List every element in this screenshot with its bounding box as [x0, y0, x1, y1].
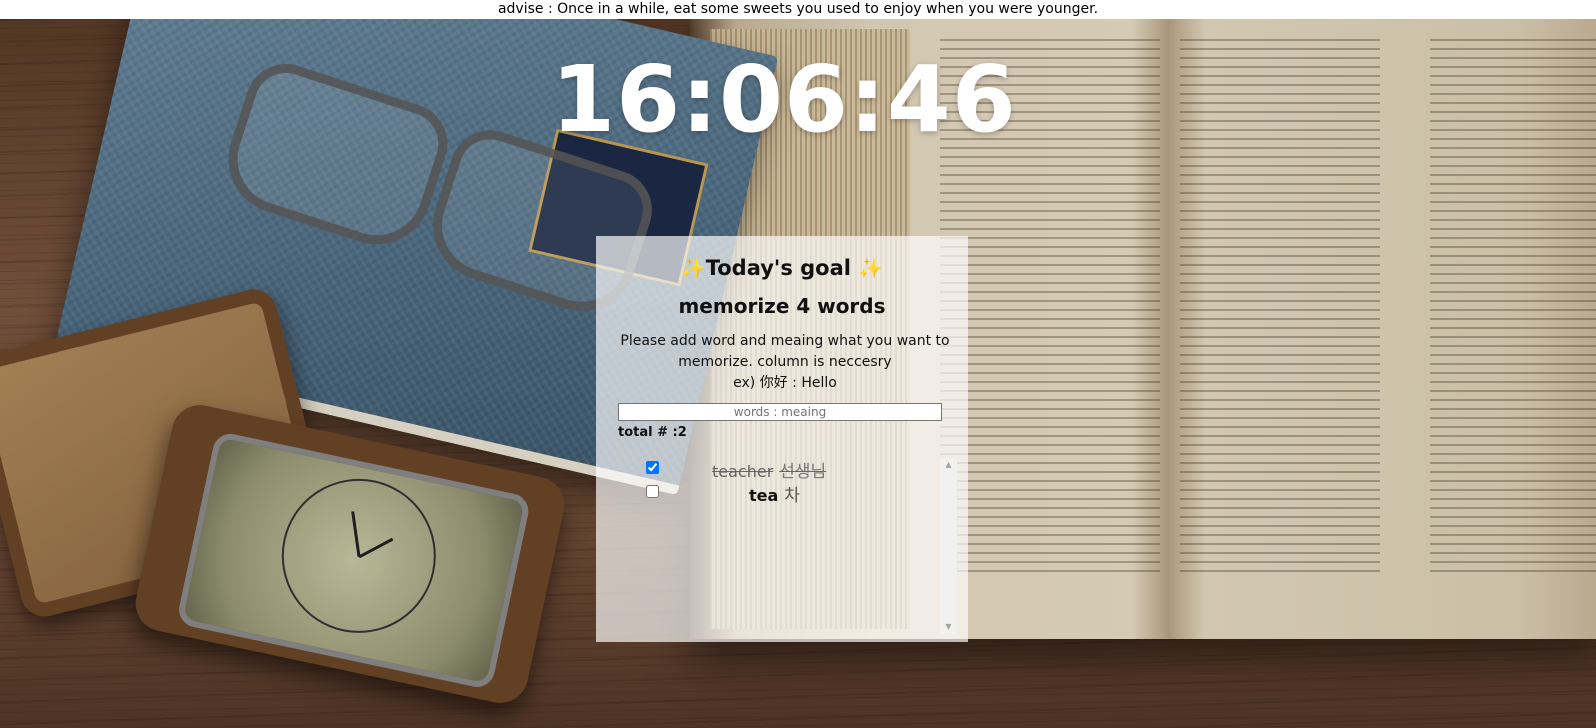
scroll-up-arrow-icon[interactable]: ▲: [940, 458, 957, 472]
digital-clock: 16:06:46: [551, 46, 1017, 153]
word-entry: tea 차: [749, 481, 800, 506]
word-done-checkbox[interactable]: [646, 485, 659, 498]
goal-title-text: Today's goal: [705, 256, 851, 280]
meaning-text: 선생님: [779, 462, 827, 482]
meaning-text: 차: [784, 486, 800, 506]
word-text: tea: [749, 486, 779, 505]
advice-bar: advise : Once in a while, eat some sweet…: [0, 0, 1596, 19]
word-meaning-input[interactable]: [618, 403, 942, 421]
scroll-down-arrow-icon[interactable]: ▼: [940, 620, 957, 634]
instructions: Please add word and meaing what you want…: [620, 331, 950, 394]
word-done-checkbox[interactable]: [646, 461, 659, 474]
instruction-line: memorize. column is neccesry: [678, 354, 892, 370]
advice-text: advise : Once in a while, eat some sweet…: [497, 1, 1099, 17]
goal-subtitle: memorize 4 words: [678, 294, 886, 318]
word-list-scrollbar[interactable]: ▲ ▼: [940, 458, 957, 634]
instruction-line: Please add word and meaing what you want…: [620, 333, 950, 349]
word-text: teacher: [712, 462, 774, 481]
word-entry: teacher 선생님: [712, 457, 826, 482]
goal-title: ✨Today's goal ✨: [596, 256, 968, 280]
instruction-example: ex) 你好 : Hello: [733, 375, 837, 391]
sparkles-icon: ✨: [680, 256, 706, 280]
total-count: total # :2: [618, 425, 687, 440]
goal-panel: ✨Today's goal ✨ memorize 4 words Please …: [596, 236, 968, 642]
sparkles-icon: ✨: [858, 256, 884, 280]
word-list-item: teacher 선생님: [618, 456, 918, 482]
word-list-item: tea 차: [618, 480, 918, 506]
word-list[interactable]: teacher 선생님 tea 차: [618, 454, 958, 634]
